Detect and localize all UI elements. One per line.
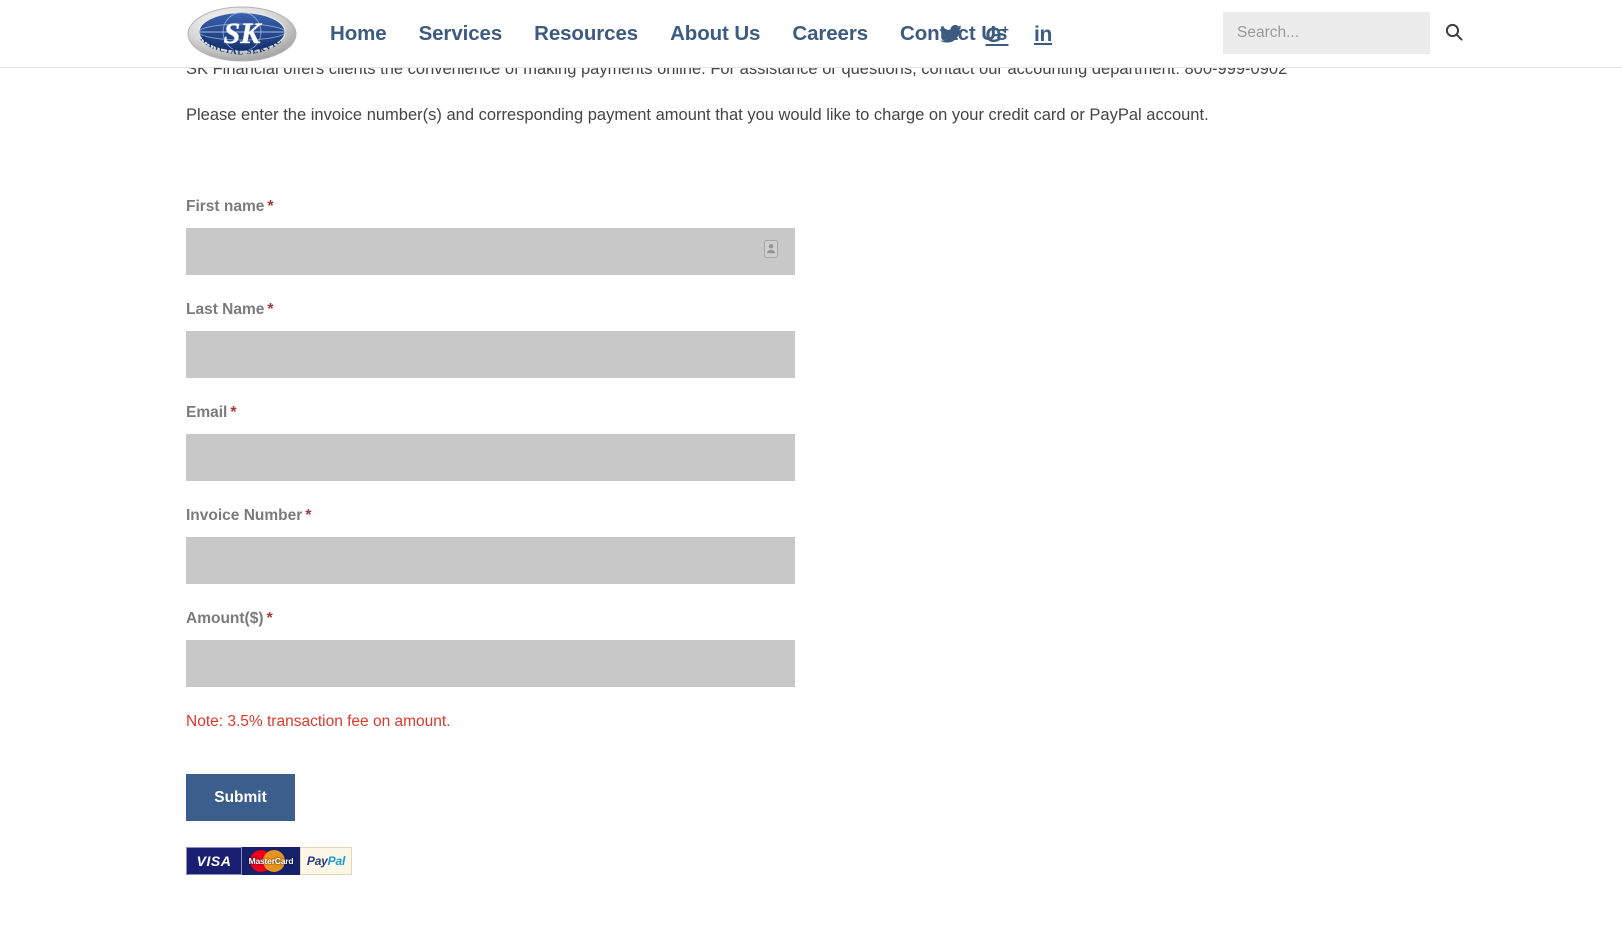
site-header: SK FINANCIAL SERVICES Home Services Reso… <box>0 0 1622 68</box>
nav-item-services[interactable]: Services <box>403 0 519 68</box>
field-group-invoice-number: Invoice Number * <box>186 507 796 584</box>
label-invoice-number: Invoice Number * <box>186 507 796 525</box>
label-email: Email * <box>186 404 796 422</box>
label-text-invoice-number: Invoice Number <box>186 507 303 524</box>
search-box <box>1223 12 1463 54</box>
last-name-input[interactable] <box>186 331 795 378</box>
transaction-fee-note: Note: 3.5% transaction fee on amount. <box>186 713 451 730</box>
label-first-name: First name * <box>186 198 796 216</box>
email-input[interactable] <box>186 434 795 481</box>
label-amount: Amount($) * <box>186 610 796 628</box>
label-text-amount: Amount($) <box>186 610 264 627</box>
online-payment-form: First name * Last Name * Email * Invoice… <box>186 198 796 875</box>
label-text-email: Email <box>186 404 228 421</box>
twitter-icon[interactable] <box>938 21 964 47</box>
autofill-contact-card-icon[interactable] <box>764 240 778 258</box>
nav-item-about-us[interactable]: About Us <box>654 0 776 68</box>
linkedin-icon[interactable]: in <box>1030 21 1056 47</box>
mastercard-logo: MasterCard <box>242 847 300 875</box>
required-asterisk: * <box>305 507 312 524</box>
social-links: G+ in <box>938 0 1056 68</box>
visa-logo: VISA <box>186 847 242 875</box>
first-name-input[interactable] <box>186 228 795 275</box>
label-text-last-name: Last Name <box>186 301 265 318</box>
site-logo[interactable]: SK FINANCIAL SERVICES <box>186 2 298 66</box>
field-group-first-name: First name * <box>186 198 796 275</box>
nav-item-careers[interactable]: Careers <box>776 0 884 68</box>
paypal-logo-tail: Pal <box>327 854 346 868</box>
search-button[interactable] <box>1445 23 1463 44</box>
amount-input[interactable] <box>186 640 795 687</box>
accepted-payment-logos: VISA MasterCard Pay Pal <box>186 847 796 875</box>
submit-button[interactable]: Submit <box>186 774 295 821</box>
required-asterisk: * <box>266 610 273 627</box>
required-asterisk: * <box>267 198 274 215</box>
required-asterisk: * <box>267 301 274 318</box>
paypal-logo-head: Pay <box>306 854 328 868</box>
search-icon <box>1445 23 1463 44</box>
nav-item-home[interactable]: Home <box>330 0 403 68</box>
invoice-number-input[interactable] <box>186 537 795 584</box>
linkedin-label: in <box>1033 22 1053 46</box>
intro-paragraph-2: Please enter the invoice number(s) and c… <box>186 106 1209 124</box>
search-input[interactable] <box>1235 12 1439 54</box>
field-group-amount: Amount($) * <box>186 610 796 687</box>
field-group-email: Email * <box>186 404 796 481</box>
main-navigation: Home Services Resources About Us Careers… <box>330 0 1023 68</box>
input-shell-first-name <box>186 228 796 275</box>
google-plus-icon[interactable]: G+ <box>984 21 1010 47</box>
label-last-name: Last Name * <box>186 301 796 319</box>
google-plus-label: G+ <box>985 21 1009 47</box>
paypal-logo: Pay Pal <box>300 847 352 875</box>
required-asterisk: * <box>230 404 237 421</box>
nav-item-resources[interactable]: Resources <box>518 0 654 68</box>
field-group-last-name: Last Name * <box>186 301 796 378</box>
mastercard-logo-text: MasterCard <box>248 856 294 866</box>
label-text-first-name: First name <box>186 198 265 215</box>
